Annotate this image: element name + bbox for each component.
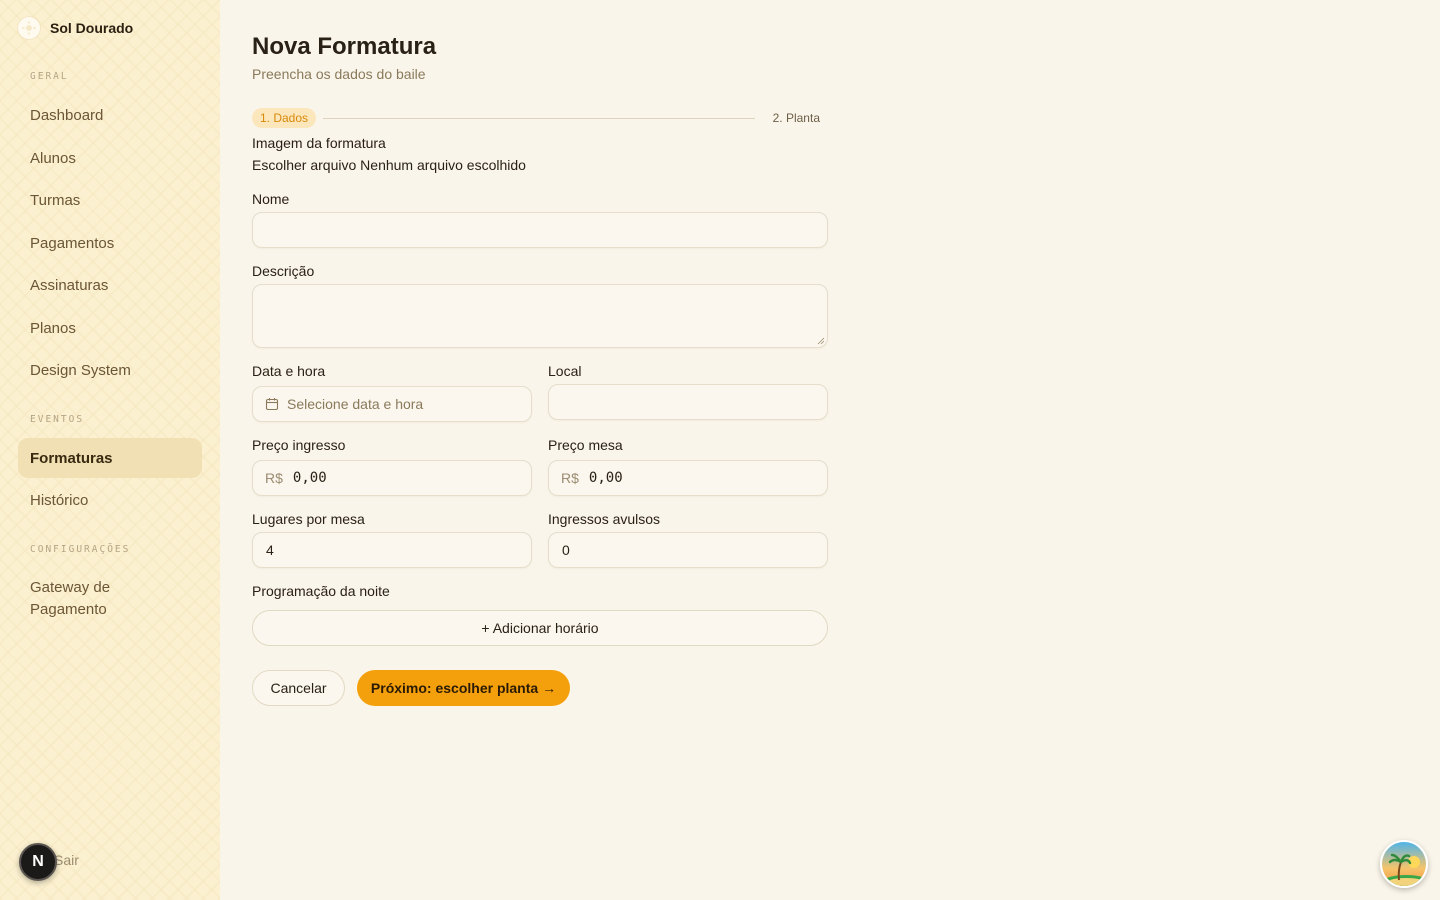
next-step-button[interactable]: Próximo: escolher planta → — [357, 670, 570, 706]
dev-badge-icon[interactable]: N — [19, 843, 57, 881]
data-label: Data e hora — [252, 363, 326, 379]
palm-beach-avatar-icon — [1382, 842, 1426, 886]
nome-label: Nome — [252, 191, 290, 207]
brand[interactable]: Sol Dourado — [18, 17, 133, 39]
sidebar-item-gateway-de-pagamento[interactable]: Gateway de Pagamento — [18, 576, 168, 622]
descricao-field[interactable] — [252, 284, 828, 348]
sidebar-item-dashboard[interactable]: Dashboard — [18, 97, 202, 133]
local-input[interactable] — [549, 385, 827, 419]
local-field[interactable] — [548, 384, 828, 420]
section-label-geral: GERAL — [30, 71, 69, 82]
descricao-label: Descrição — [252, 263, 315, 279]
currency-prefix: R$ — [265, 470, 283, 486]
lugares-value: 4 — [266, 542, 274, 558]
data-placeholder: Selecione data e hora — [287, 396, 424, 412]
brand-name: Sol Dourado — [50, 20, 134, 36]
sidebar: Sol Dourado GERAL Dashboard Alunos Turma… — [0, 0, 220, 900]
sun-logo-icon — [18, 17, 40, 39]
avulsos-label: Ingressos avulsos — [548, 511, 661, 527]
preco-ingresso-field[interactable]: R$ 0,00 — [252, 460, 532, 496]
image-label: Imagem da formatura — [252, 135, 386, 151]
page-title: Nova Formatura — [252, 33, 437, 60]
add-horario-button[interactable]: + Adicionar horário — [252, 610, 828, 646]
cancel-button[interactable]: Cancelar — [252, 670, 345, 706]
file-status: Nenhum arquivo escolhido — [360, 157, 526, 173]
section-label-eventos: EVENTOS — [30, 414, 85, 425]
file-input[interactable]: Escolher arquivo Nenhum arquivo escolhid… — [252, 157, 526, 173]
section-label-configuracoes: CONFIGURAÇÕES — [30, 544, 131, 555]
preco-ingresso-value: 0,00 — [292, 470, 327, 486]
avulsos-field[interactable]: 0 — [548, 532, 828, 568]
nome-input[interactable] — [253, 213, 827, 247]
sidebar-item-historico[interactable]: Histórico — [18, 482, 202, 518]
sidebar-item-planos[interactable]: Planos — [18, 310, 202, 346]
sidebar-item-formaturas[interactable]: Formaturas — [18, 438, 202, 478]
preco-mesa-label: Preço mesa — [548, 437, 623, 453]
preco-mesa-value: 0,00 — [588, 470, 623, 486]
step-planta[interactable]: 2. Planta — [773, 108, 820, 128]
currency-prefix: R$ — [561, 470, 579, 486]
local-label: Local — [548, 363, 582, 379]
sidebar-item-pagamentos[interactable]: Pagamentos — [18, 225, 202, 261]
nome-field[interactable] — [252, 212, 828, 248]
avulsos-value: 0 — [562, 542, 570, 558]
step-dados[interactable]: 1. Dados — [252, 108, 317, 128]
descricao-textarea[interactable] — [253, 285, 827, 347]
sidebar-item-alunos[interactable]: Alunos — [18, 140, 202, 176]
user-avatar[interactable] — [1380, 840, 1428, 888]
logout-button[interactable]: Sair — [54, 852, 79, 868]
preco-mesa-field[interactable]: R$ 0,00 — [548, 460, 828, 496]
lugares-label: Lugares por mesa — [252, 511, 365, 527]
calendar-icon — [265, 398, 279, 411]
choose-file-button[interactable]: Escolher arquivo — [252, 157, 356, 173]
resize-grip-icon[interactable] — [817, 337, 825, 345]
page-subtitle: Preencha os dados do baile — [252, 66, 426, 82]
programacao-label: Programação da noite — [252, 583, 390, 599]
stepper: 1. Dados 2. Planta — [252, 108, 828, 128]
sidebar-item-assinaturas[interactable]: Assinaturas — [18, 267, 202, 303]
sidebar-item-design-system[interactable]: Design System — [18, 352, 202, 388]
sidebar-item-turmas[interactable]: Turmas — [18, 182, 202, 218]
preco-ingresso-label: Preço ingresso — [252, 437, 346, 453]
data-hora-picker[interactable]: Selecione data e hora — [252, 386, 532, 422]
lugares-field[interactable]: 4 — [252, 532, 532, 568]
step-divider — [323, 118, 755, 119]
